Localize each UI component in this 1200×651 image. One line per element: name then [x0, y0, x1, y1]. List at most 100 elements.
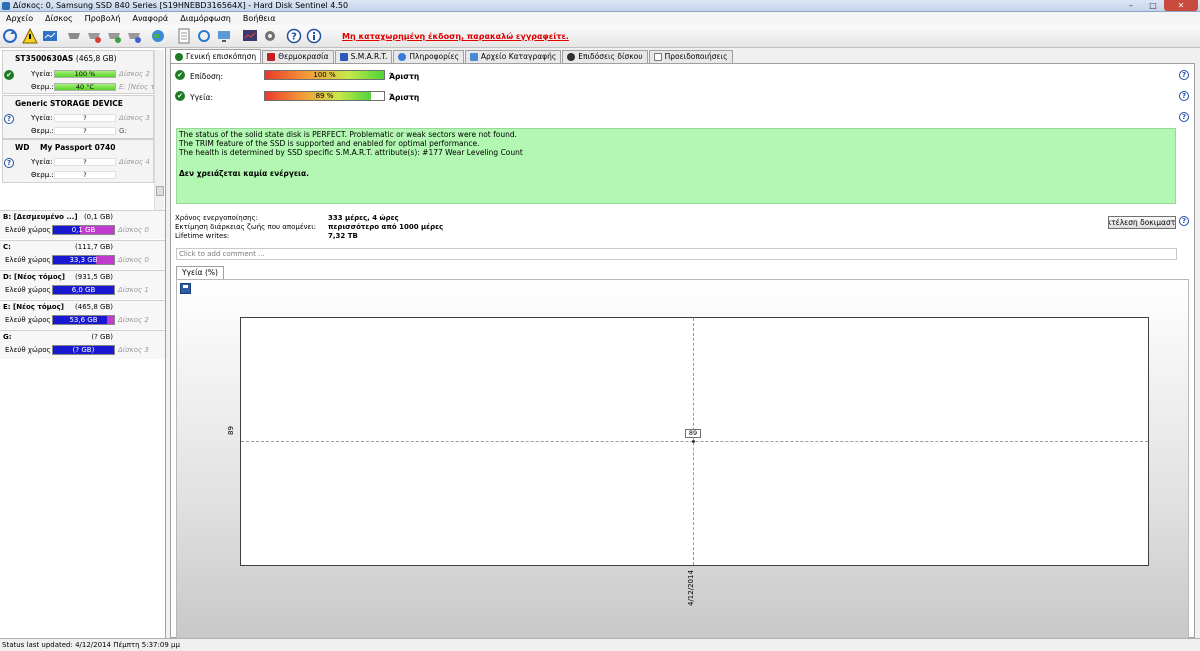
temp-value: 40 °C [54, 83, 116, 91]
lifetime-writes-value: 7,32 TB [328, 232, 358, 240]
overview-content: ✔ Επίδοση: 100 % Άριστη ? ✔ Υγεία: 89 % … [170, 63, 1195, 640]
main-panel: Γενική επισκόπηση Θερμοκρασία S.M.A.R.T.… [170, 48, 1200, 640]
test-button[interactable]: Εκτέλεση δοκιμαστικού [1108, 216, 1176, 229]
gear-icon[interactable] [262, 28, 278, 44]
close-button[interactable]: ✕ [1164, 0, 1198, 11]
volume-row[interactable]: B: [Δεσμευμένο ...] (0,1 GB) Ελεύθ χώρος 0,… [0, 210, 165, 239]
free-space-label: Ελεύθ χώρος [5, 226, 51, 234]
tab-overview[interactable]: Γενική επισκόπηση [170, 49, 262, 63]
report-icon[interactable] [42, 28, 58, 44]
help-icon[interactable]: ? [1179, 91, 1189, 101]
disk-name: WD My Passport 0740 [15, 143, 116, 152]
y-tick-label: 89 [227, 426, 235, 435]
disk-card[interactable]: Generic STORAGE DEVICE ? Υγεία: ? Δίσκος… [2, 95, 154, 139]
menu-help[interactable]: Βοήθεια [237, 14, 282, 23]
help-icon[interactable]: ? [286, 28, 302, 44]
free-space-value: 0,1 GB [71, 226, 96, 234]
volume-name: G: [3, 333, 12, 341]
free-space-bar: 53,6 GB [52, 315, 115, 325]
free-space-bar: (? GB) [52, 345, 115, 355]
menu-view[interactable]: Προβολή [79, 14, 127, 23]
volume-name: C: [3, 243, 11, 251]
disk-list-scrollbar[interactable] [154, 50, 164, 210]
disk-test-icon[interactable] [86, 28, 102, 44]
volume-disk: Δίσκος 2 [118, 316, 149, 324]
title-bar: Δίσκος: 0, Samsung SSD 840 Series [S19HN… [0, 0, 1200, 12]
globe-icon[interactable] [150, 28, 166, 44]
disk-repair-icon[interactable] [126, 28, 142, 44]
tab-smart[interactable]: S.M.A.R.T. [334, 50, 393, 63]
health-label: Υγεία: [31, 158, 53, 166]
minimize-button[interactable]: – [1120, 0, 1142, 11]
disk-number-hint: Δίσκος 2 [119, 70, 150, 78]
unknown-status-icon: ? [4, 158, 14, 168]
health-bar: 89 % [264, 91, 385, 101]
volume-size: (931,5 GB) [75, 273, 113, 281]
volume-disk: Δίσκος 0 [118, 256, 149, 264]
data-point [692, 440, 695, 443]
disk-card[interactable]: ST3500630AS (465,8 GB) ✔ Υγεία: 100 % Δί… [2, 50, 159, 94]
tab-alerts[interactable]: Προειδοποιήσεις [648, 50, 733, 63]
free-space-value: (? GB) [72, 346, 95, 354]
speedometer-icon [567, 53, 576, 61]
chart-icon[interactable] [242, 28, 258, 44]
volume-disk: Δίσκος 3 [118, 346, 149, 354]
status-line: The status of the solid state disk is PE… [179, 130, 518, 139]
unknown-status-icon: ? [4, 114, 14, 124]
volume-row[interactable]: G: (? GB) Ελεύθ χώρος (? GB) Δίσκος 3 [0, 330, 165, 359]
health-label: Υγεία: [31, 114, 53, 122]
volume-name: D: [Νέος τόμος] [3, 273, 65, 281]
health-ok-icon: ✔ [175, 91, 185, 101]
register-link[interactable]: Μη καταχωρημένη έκδοση, παρακαλώ εγγραφε… [342, 32, 569, 41]
tab-log[interactable]: Αρχείο Καταγραφής [464, 50, 562, 63]
refresh-icon[interactable] [2, 28, 18, 44]
free-space-bar: 0,1 GB [52, 225, 115, 235]
ok-check-icon: ✔ [4, 70, 14, 80]
info-icon [398, 53, 407, 61]
status-bar: Status last updated: 4/12/2014 Πέμπτη 5:… [0, 638, 1200, 651]
log-icon [469, 53, 478, 61]
volume-disk: Δίσκος 0 [118, 226, 149, 234]
menu-configuration[interactable]: Διαμόρφωση [174, 14, 237, 23]
document-icon[interactable] [176, 28, 192, 44]
help-icon[interactable]: ? [1179, 70, 1189, 80]
temp-value: ? [54, 127, 116, 135]
volume-row[interactable]: E: [Νέος τόμος] (465,8 GB) Ελεύθ χώρος 53,6… [0, 300, 165, 329]
tab-temperature[interactable]: Θερμοκρασία [262, 50, 334, 63]
tab-performance[interactable]: Επιδόσεις δίσκου [562, 50, 648, 63]
status-line: The health is determined by SSD specific… [179, 148, 523, 157]
tab-information[interactable]: Πληροφορίες [393, 50, 464, 63]
scroll-thumb[interactable] [156, 186, 164, 196]
chart-icon [339, 53, 348, 61]
maximize-button[interactable]: □ [1142, 0, 1164, 11]
menu-file[interactable]: Αρχείο [0, 14, 39, 23]
disk-icon[interactable] [66, 28, 82, 44]
menu-disk[interactable]: Δίσκος [39, 14, 79, 23]
info-icon[interactable] [306, 28, 322, 44]
power-on-value: 333 μέρες, 4 ώρες [328, 214, 399, 222]
comment-field[interactable]: Click to add comment ... [176, 248, 1177, 260]
free-space-label: Ελεύθ χώρος [5, 346, 51, 354]
disk-list-panel: ST3500630AS (465,8 GB) ✔ Υγεία: 100 % Δί… [0, 48, 166, 638]
window-title: Δίσκος: 0, Samsung SSD 840 Series [S19HN… [13, 1, 349, 10]
warning-icon[interactable] [22, 27, 38, 44]
tab-bar: Γενική επισκόπηση Θερμοκρασία S.M.A.R.T.… [170, 49, 734, 63]
health-label: Υγεία: [31, 70, 53, 78]
volume-name: E: [Νέος τόμος] [3, 303, 64, 311]
sync-icon[interactable] [196, 28, 212, 44]
disk-clean-icon[interactable] [106, 28, 122, 44]
save-icon[interactable] [180, 283, 191, 294]
volume-size: (0,1 GB) [83, 213, 113, 221]
help-icon[interactable]: ? [1179, 216, 1189, 226]
menu-report[interactable]: Αναφορά [126, 14, 174, 23]
tab-health-chart[interactable]: Υγεία (%) [176, 266, 224, 279]
lifetime-estimate-label: Εκτίμηση διάρκειας ζωής που απομένει: [175, 223, 317, 231]
disk-card[interactable]: WD My Passport 0740 ? Υγεία: ? Δίσκος 4 … [2, 139, 154, 183]
data-label: 89 [685, 429, 701, 438]
volume-row[interactable]: D: [Νέος τόμος] (931,5 GB) Ελεύθ χώρος 6,0 … [0, 270, 165, 299]
network-icon[interactable] [216, 28, 232, 44]
help-icon[interactable]: ? [1179, 112, 1189, 122]
volume-row[interactable]: C: (111,7 GB) Ελεύθ χώρος 33,3 GB Δίσκος 0 [0, 240, 165, 269]
thermometer-icon [267, 53, 276, 61]
check-icon [175, 52, 183, 61]
